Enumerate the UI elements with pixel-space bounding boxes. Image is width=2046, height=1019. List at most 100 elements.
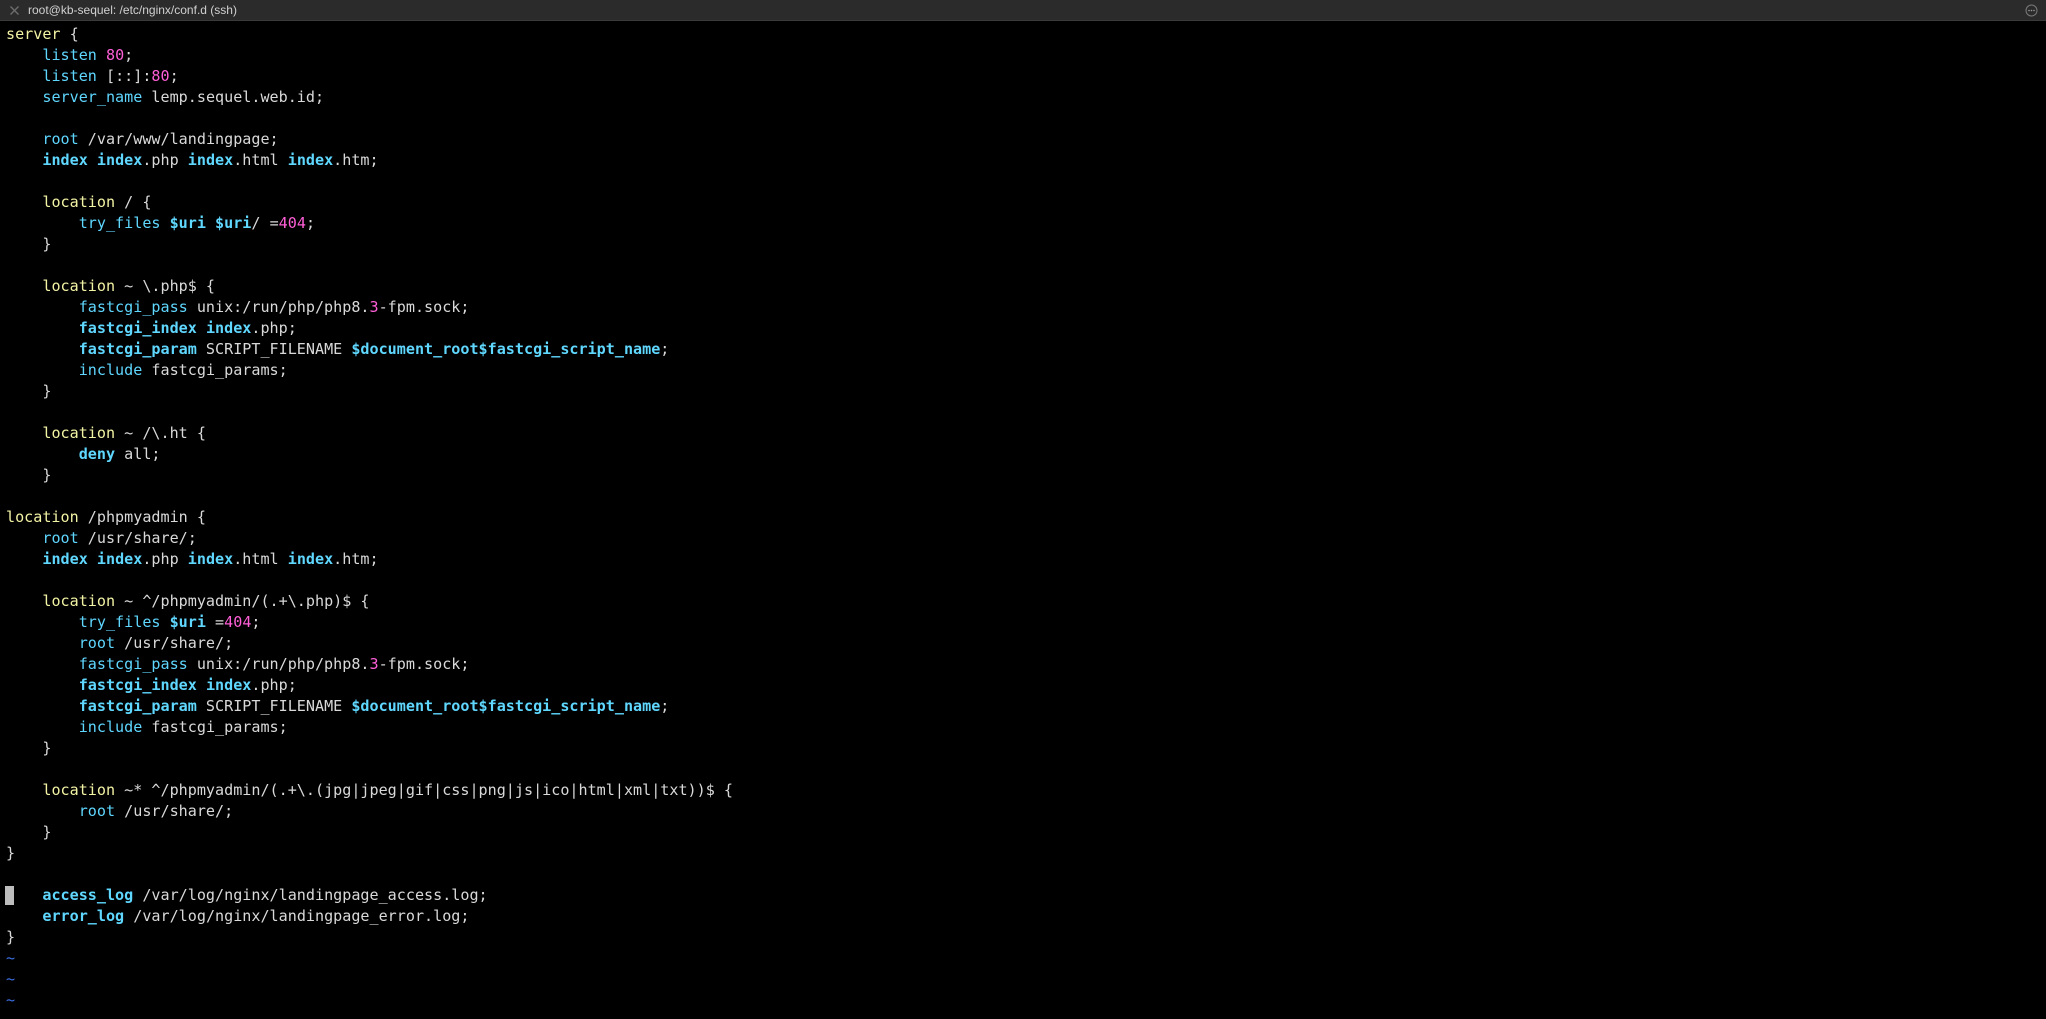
code-token-plain: ; bbox=[305, 214, 316, 232]
code-token-var: $uri bbox=[169, 613, 206, 631]
code-token-plain: } bbox=[6, 823, 52, 841]
code-token-plain: [::]: bbox=[96, 67, 152, 85]
code-line: ~ bbox=[6, 969, 15, 990]
code-token-num: 80 bbox=[105, 46, 125, 64]
code-token-plain: /var/www/landingpage; bbox=[78, 130, 279, 148]
code-token-plain: all; bbox=[115, 445, 161, 463]
code-token-plain: .html bbox=[233, 550, 288, 568]
code-token-dir: include bbox=[78, 718, 143, 736]
code-line: ~ bbox=[6, 948, 15, 969]
code-line: ~ bbox=[6, 990, 15, 1011]
close-icon[interactable] bbox=[9, 5, 20, 16]
code-token-num: 404 bbox=[224, 613, 252, 631]
code-token-plain: /var/log/nginx/landingpage_access.log; bbox=[133, 886, 488, 904]
code-token-bdir: index bbox=[96, 151, 143, 169]
code-token-dir: fastcgi_pass bbox=[78, 655, 188, 673]
code-line: location / { bbox=[6, 192, 151, 213]
code-token-plain: ; bbox=[169, 67, 179, 85]
code-token-plain: } bbox=[6, 235, 52, 253]
code-token-plain: SCRIPT_FILENAME bbox=[196, 697, 352, 715]
code-token-plain: ; bbox=[660, 340, 670, 358]
more-options-icon[interactable] bbox=[2025, 4, 2038, 17]
code-token-block: location bbox=[42, 592, 116, 610]
code-token-plain: fastcgi_params; bbox=[142, 718, 288, 736]
code-token-bdir: fastcgi_param bbox=[78, 340, 197, 358]
code-token-dir: try_files bbox=[78, 214, 161, 232]
code-line: location /phpmyadmin { bbox=[6, 507, 206, 528]
code-line: index index.php index.html index.htm; bbox=[6, 150, 378, 171]
code-line: } bbox=[6, 465, 51, 486]
code-token-bdir: index bbox=[205, 319, 252, 337]
code-token-plain: /var/log/nginx/landingpage_error.log; bbox=[124, 907, 470, 925]
code-line: } bbox=[6, 822, 51, 843]
code-line: access_log /var/log/nginx/landingpage_ac… bbox=[6, 885, 488, 906]
code-line: error_log /var/log/nginx/landingpage_err… bbox=[6, 906, 469, 927]
code-token-bdir: index bbox=[42, 151, 88, 169]
code-token-plain: / = bbox=[251, 214, 279, 232]
code-line: server { bbox=[6, 24, 79, 45]
code-token-num: 3 bbox=[369, 655, 379, 673]
code-line: fastcgi_param SCRIPT_FILENAME $document_… bbox=[6, 696, 670, 717]
code-token-bdir: index bbox=[42, 550, 88, 568]
code-token-plain: -fpm.sock; bbox=[378, 298, 470, 316]
code-token-plain: /usr/share/; bbox=[115, 634, 234, 652]
code-token-block: location bbox=[42, 424, 116, 442]
code-token-plain: .php bbox=[142, 151, 188, 169]
code-token-dir: root bbox=[78, 802, 116, 820]
code-line: listen 80; bbox=[6, 45, 133, 66]
code-token-plain: } bbox=[6, 466, 52, 484]
code-line: root /usr/share/; bbox=[6, 528, 197, 549]
code-line: } bbox=[6, 381, 51, 402]
code-line: fastcgi_index index.php; bbox=[6, 675, 297, 696]
code-line: } bbox=[6, 234, 51, 255]
code-token-var: $uri bbox=[215, 214, 252, 232]
code-line: fastcgi_pass unix:/run/php/php8.3-fpm.so… bbox=[6, 654, 470, 675]
code-line: location ~* ^/phpmyadmin/(.+\.(jpg|jpeg|… bbox=[6, 780, 733, 801]
code-token-dir: fastcgi_pass bbox=[78, 298, 188, 316]
code-token-plain: } bbox=[6, 739, 52, 757]
code-token-block: location bbox=[42, 193, 116, 211]
code-line: fastcgi_pass unix:/run/php/php8.3-fpm.so… bbox=[6, 297, 470, 318]
code-token-bdir: index bbox=[187, 151, 234, 169]
code-line: root /usr/share/; bbox=[6, 801, 234, 822]
code-token-plain: ~ ^/phpmyadmin/(.+\.php)$ { bbox=[115, 592, 370, 610]
code-token-tilde: ~ bbox=[6, 949, 16, 967]
code-token-tilde: ~ bbox=[6, 970, 16, 988]
window-titlebar: root@kb-sequel: /etc/nginx/conf.d (ssh) bbox=[0, 0, 2046, 21]
code-token-plain: ; bbox=[251, 613, 261, 631]
code-token-plain: SCRIPT_FILENAME bbox=[196, 340, 352, 358]
code-line: deny all; bbox=[6, 444, 161, 465]
code-token-var: $uri bbox=[169, 214, 206, 232]
code-token-plain: ; bbox=[124, 46, 134, 64]
code-line: } bbox=[6, 738, 51, 759]
terminal-editor[interactable]: server { listen 80; listen [::]:80; serv… bbox=[0, 24, 2046, 1019]
code-token-plain: } bbox=[6, 382, 52, 400]
code-line: include fastcgi_params; bbox=[6, 717, 288, 738]
code-token-dir: root bbox=[42, 130, 79, 148]
code-token-dir: include bbox=[78, 361, 143, 379]
code-line: server_name lemp.sequel.web.id; bbox=[6, 87, 324, 108]
code-token-plain: /usr/share/; bbox=[115, 802, 234, 820]
code-token-bdir: fastcgi_index bbox=[78, 676, 197, 694]
code-token-plain: / { bbox=[115, 193, 152, 211]
